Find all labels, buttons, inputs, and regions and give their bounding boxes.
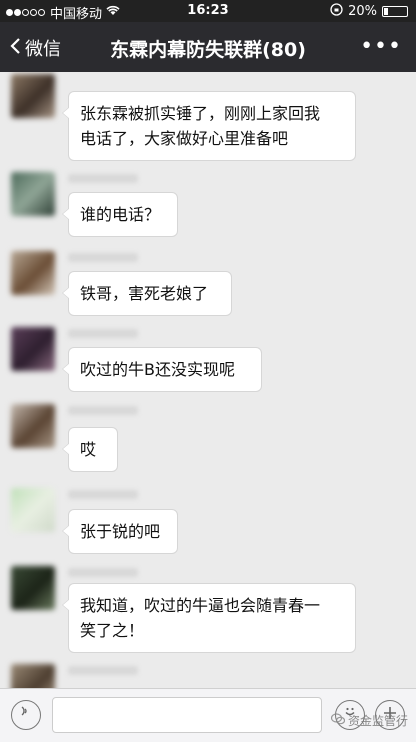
watermark-text: 资金监管行 [347, 714, 408, 728]
battery-percent: 20% [348, 4, 377, 19]
message-text: 张于锐的吧 [80, 522, 161, 541]
nickname [68, 174, 138, 183]
message-text: 谁的电话？ [80, 205, 161, 224]
avatar[interactable] [11, 404, 55, 448]
message-text: 铁哥，害死老娘了 [80, 284, 209, 303]
watermark: 资金监管行 [330, 712, 408, 729]
message-bubble[interactable]: 铁哥，害死老娘了 [62, 271, 232, 316]
message-input[interactable] [52, 697, 322, 733]
battery-area: 20% [330, 3, 408, 20]
page-title: 东霖内幕防失联群(80) [110, 39, 306, 61]
nickname [68, 568, 138, 577]
avatar[interactable] [11, 327, 55, 371]
nickname [68, 253, 138, 262]
battery-icon [382, 6, 408, 17]
lock-rotation-icon [330, 3, 343, 20]
voice-icon[interactable] [11, 700, 41, 730]
nickname [68, 666, 138, 675]
message-text: 哎 [80, 440, 97, 459]
avatar[interactable] [11, 251, 55, 295]
avatar[interactable] [11, 74, 55, 118]
message-bubble[interactable]: 张东霖被抓实锤了，刚刚上家回我 电话了，大家做好心里准备吧 [62, 91, 356, 161]
nickname [68, 490, 138, 499]
message-bubble[interactable]: 吹过的牛B还没实现呢 [62, 347, 262, 392]
message-bubble[interactable]: 我知道，吹过的牛逼也会随青春一 笑了之！ [62, 583, 356, 653]
avatar[interactable] [11, 488, 55, 532]
message-text-line: 电话了，大家做好心里准备吧 [80, 129, 289, 148]
message-bubble[interactable]: 张于锐的吧 [62, 509, 178, 554]
message-text-line: 笑了之！ [80, 621, 145, 640]
message-bubble[interactable]: 谁的电话？ [62, 192, 178, 237]
message-text-line: 我知道，吹过的牛逼也会随青春一 [80, 596, 321, 615]
nickname [68, 329, 138, 338]
status-bar: 中国移动 16:23 20% [0, 0, 416, 22]
avatar[interactable] [11, 566, 55, 610]
more-button[interactable]: ••• [360, 34, 402, 59]
wechat-logo-icon [330, 713, 346, 728]
message-text-line: 张东霖被抓实锤了，刚刚上家回我 [80, 104, 321, 123]
nav-bar: 微信 东霖内幕防失联群(80) ••• [0, 22, 416, 72]
nickname [68, 406, 138, 415]
message-text: 吹过的牛B还没实现呢 [80, 360, 235, 379]
message-bubble[interactable]: 哎 [62, 427, 118, 472]
chat-area[interactable]: 张东霖被抓实锤了，刚刚上家回我 电话了，大家做好心里准备吧 谁的电话？ 铁哥，害… [0, 72, 416, 688]
avatar[interactable] [11, 664, 55, 688]
avatar[interactable] [11, 172, 55, 216]
